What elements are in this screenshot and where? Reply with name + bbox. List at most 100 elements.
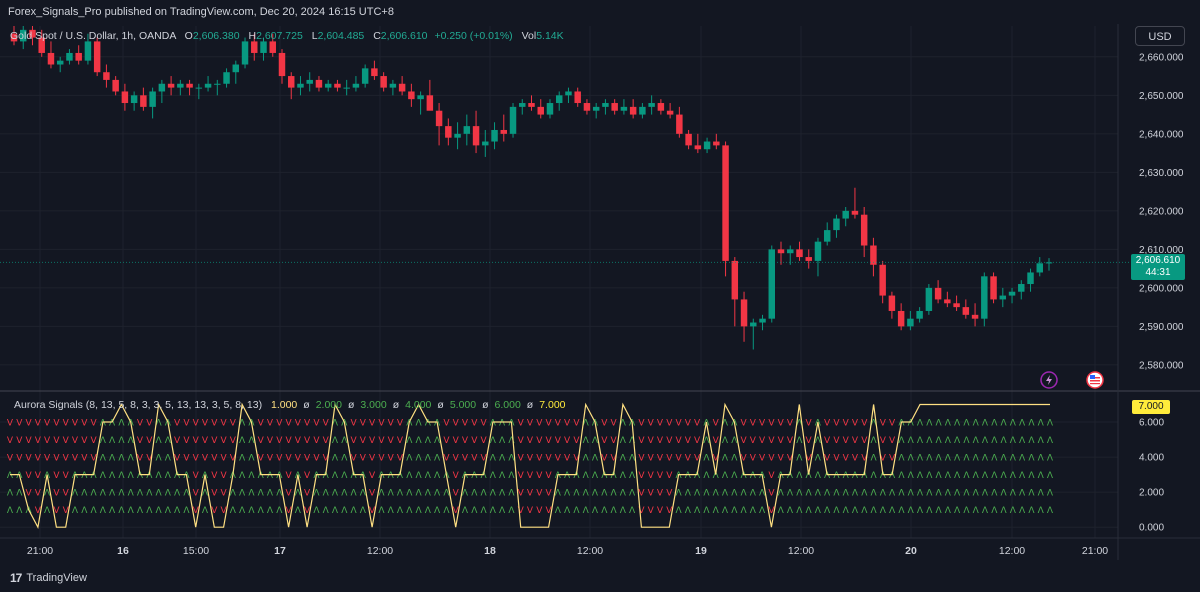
signal-up-arrow: Λ	[406, 489, 413, 499]
candle	[158, 79, 166, 104]
signal-up-arrow: Λ	[620, 506, 627, 516]
signal-up-arrow: Λ	[1038, 471, 1045, 481]
signal-up-arrow: Λ	[471, 471, 478, 481]
candle-body	[380, 76, 387, 88]
candle	[112, 76, 119, 96]
signal-up-arrow: Λ	[388, 506, 395, 516]
signal-down-arrow: V	[833, 454, 840, 464]
signal-down-arrow: V	[750, 436, 757, 446]
signal-up-arrow: Λ	[675, 471, 682, 481]
signal-up-arrow: Λ	[508, 471, 515, 481]
last-price-value: 2,606.610	[1135, 255, 1181, 266]
signal-up-arrow: Λ	[165, 489, 172, 499]
signal-up-arrow: Λ	[935, 436, 942, 446]
chart-canvas[interactable]: 2,660.000 2,650.000 2,640.000 2,630.000 2,62…	[0, 0, 1200, 592]
signal-down-arrow: V	[285, 436, 292, 446]
candle-body	[1045, 262, 1053, 264]
signal-down-arrow: V	[16, 454, 23, 464]
signal-down-arrow: V	[35, 471, 42, 481]
signal-up-arrow: Λ	[870, 454, 877, 464]
signal-down-arrow: V	[657, 436, 664, 446]
signal-up-arrow: Λ	[1028, 489, 1035, 499]
signal-down-arrow: V	[137, 436, 144, 446]
signal-up-arrow: Λ	[490, 506, 497, 516]
candle-body	[500, 129, 508, 134]
signal-up-arrow: Λ	[165, 471, 172, 481]
tradingview-logo-icon: 17	[10, 571, 22, 585]
signal-up-arrow: Λ	[564, 489, 571, 499]
signal-down-arrow: V	[53, 419, 60, 429]
signal-up-arrow: Λ	[629, 506, 636, 516]
signal-up-arrow: Λ	[1038, 454, 1045, 464]
signal-up-arrow: Λ	[248, 454, 255, 464]
signal-up-arrow: Λ	[954, 471, 961, 481]
signal-down-arrow: V	[666, 419, 673, 429]
lightning-icon[interactable]	[1040, 371, 1058, 389]
signal-up-arrow: Λ	[1019, 454, 1026, 464]
indicator-title[interactable]: Aurora Signals (8, 13, 5, 8, 3, 3, 5, 13…	[14, 399, 262, 411]
candle	[823, 222, 831, 246]
signal-up-arrow: Λ	[462, 489, 469, 499]
signal-down-arrow: V	[555, 454, 562, 464]
signal-up-arrow: Λ	[945, 471, 952, 481]
close-label: C	[373, 30, 381, 42]
signal-down-arrow: V	[378, 436, 385, 446]
signal-up-arrow: Λ	[917, 489, 924, 499]
candle	[851, 187, 859, 219]
time-axis[interactable]: 21:00 16 15:00 17 12:00 18 12:00 19 12:00 20 12:00…	[27, 545, 1108, 557]
signal-up-arrow: Λ	[991, 419, 998, 429]
candle	[1008, 287, 1016, 304]
signal-up-arrow: Λ	[1000, 471, 1007, 481]
signal-up-arrow: Λ	[471, 506, 478, 516]
signal-up-arrow: Λ	[109, 506, 116, 516]
signal-up-arrow: Λ	[870, 506, 877, 516]
candle	[916, 307, 923, 323]
indicator-axis[interactable]: 6.000 4.000 2.000 0.000	[1139, 418, 1164, 534]
signal-up-arrow: Λ	[935, 419, 942, 429]
currency-button[interactable]: USD	[1135, 26, 1185, 46]
us-flag-icon[interactable]	[1086, 371, 1104, 389]
candle	[352, 76, 360, 92]
volume-label: Vol	[521, 30, 537, 42]
signal-up-arrow: Λ	[406, 471, 413, 481]
signal-up-arrow: Λ	[703, 506, 710, 516]
signal-up-arrow: Λ	[499, 454, 506, 464]
signal-up-arrow: Λ	[685, 506, 692, 516]
candle	[953, 295, 960, 311]
candle-body	[629, 106, 637, 115]
signal-up-arrow: Λ	[610, 506, 617, 516]
price-axis[interactable]: 2,660.000 2,650.000 2,640.000 2,630.000 2,62…	[1139, 52, 1184, 371]
candle	[546, 99, 554, 119]
candle-body	[278, 52, 286, 77]
candle-body	[389, 83, 397, 88]
signal-up-arrow: Λ	[833, 489, 840, 499]
signal-down-arrow: V	[740, 419, 747, 429]
symbol-title[interactable]: Gold Spot / U.S. Dollar, 1h, OANDA	[10, 30, 176, 42]
candle	[962, 299, 970, 319]
signal-up-arrow: Λ	[926, 471, 933, 481]
signal-down-arrow: V	[740, 436, 747, 446]
signal-up-arrow: Λ	[917, 454, 924, 464]
signal-up-arrow: Λ	[425, 454, 432, 464]
signal-up-arrow: Λ	[239, 454, 246, 464]
candle	[509, 103, 517, 138]
signal-up-arrow: Λ	[202, 506, 209, 516]
candle	[777, 241, 785, 265]
signal-up-arrow: Λ	[675, 506, 682, 516]
signal-down-arrow: V	[648, 506, 655, 516]
signal-down-arrow: V	[285, 419, 292, 429]
signal-up-arrow: Λ	[490, 471, 497, 481]
signal-up-arrow: Λ	[388, 471, 395, 481]
candle	[214, 79, 221, 96]
last-price-badge: 2,606.610 44:31	[1131, 254, 1185, 280]
candle	[472, 110, 480, 154]
candle-body	[666, 110, 674, 115]
price-tick-label: 2,590.000	[1139, 322, 1184, 333]
signal-up-arrow: Λ	[954, 436, 961, 446]
signal-up-arrow: Λ	[276, 506, 283, 516]
candle	[971, 303, 979, 327]
candle	[731, 257, 739, 327]
signal-down-arrow: V	[713, 436, 720, 446]
candle-body	[934, 287, 942, 300]
candle-body	[639, 106, 646, 115]
